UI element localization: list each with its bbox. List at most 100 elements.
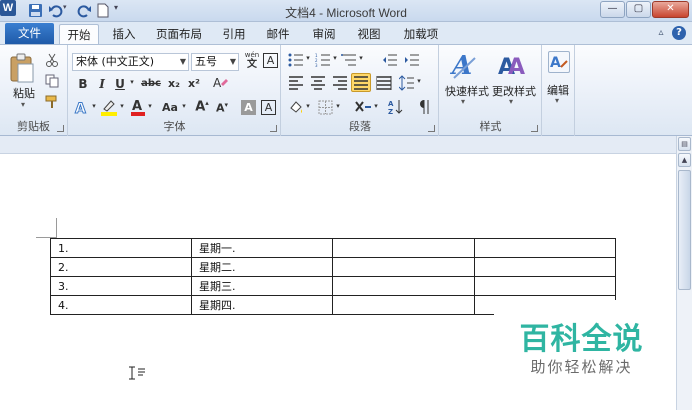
table-cell[interactable]: 星期四. [191,295,333,315]
ribbon-collapse-icon[interactable]: ▵ [654,26,668,40]
tab-file[interactable]: 文件 [5,23,54,44]
italic-button[interactable]: I [95,77,109,91]
quick-styles-label[interactable]: 快速样式 [445,83,489,99]
change-case-dropdown-icon[interactable]: ▾ [180,102,188,110]
svg-text:A: A [132,99,142,114]
table-cell[interactable]: 星期二. [191,257,333,277]
table-cell[interactable]: 星期一. [191,238,333,258]
editing-icon[interactable]: A [548,51,570,73]
table-cell[interactable] [332,276,475,296]
increase-indent-icon[interactable] [404,53,420,67]
scroll-up-icon[interactable]: ▲ [678,153,691,167]
numbering-icon[interactable]: 123 [315,53,331,68]
numbering-dropdown-icon[interactable]: ▾ [331,54,339,62]
tab-home[interactable]: 开始 [59,24,99,44]
underline-dropdown-icon[interactable]: ▾ [128,78,136,86]
clear-formatting-icon[interactable]: A [212,75,228,91]
align-center-icon[interactable] [310,76,326,90]
decrease-indent-icon[interactable] [382,53,398,67]
font-color-icon[interactable]: A [130,98,146,116]
text-effects-icon[interactable]: A [74,100,90,118]
table-cell[interactable] [474,276,616,296]
paragraph-dialog-launcher-icon[interactable] [428,125,435,132]
line-spacing-dropdown-icon[interactable]: ▾ [415,77,423,85]
quick-styles-icon[interactable]: A [449,50,479,81]
borders-icon[interactable] [318,100,333,115]
styles-group: A 快速样式 ▾ AA 更改样式 ▾ 样式 [440,45,542,136]
text-effects-dropdown-icon[interactable]: ▾ [90,102,98,110]
subscript-button[interactable]: x₂ [166,77,182,90]
table-cell[interactable]: 3. [50,276,192,296]
show-hide-marks-icon[interactable] [415,99,431,115]
tab-page-layout[interactable]: 页面布局 [150,24,208,44]
highlight-color-icon[interactable] [100,98,118,116]
shrink-font-button[interactable]: A▾ [214,101,230,115]
format-painter-icon[interactable] [45,95,59,109]
chinese-layout-icon[interactable] [354,99,372,115]
align-right-icon[interactable] [332,76,348,90]
tab-review[interactable]: 审阅 [305,24,343,44]
vertical-scrollbar[interactable]: ▤ ▲ [676,136,692,410]
underline-button[interactable]: U [113,77,127,91]
bold-button[interactable]: B [76,77,90,91]
table-cell[interactable] [474,238,616,258]
table-cell[interactable]: 2. [50,257,192,277]
clipboard-dialog-launcher-icon[interactable] [57,125,64,132]
paste-dropdown-icon[interactable]: ▾ [21,100,25,109]
grow-font-button[interactable]: A▴ [194,99,210,114]
borders-dropdown-icon[interactable]: ▾ [334,102,342,110]
paste-icon[interactable] [8,53,36,85]
align-left-icon[interactable] [288,76,304,90]
font-dialog-launcher-icon[interactable] [270,125,277,132]
quick-styles-dropdown-icon[interactable]: ▾ [461,97,465,106]
change-styles-dropdown-icon[interactable]: ▾ [509,97,513,106]
close-button[interactable]: ✕ [652,1,689,18]
phonetic-guide-icon[interactable]: wén 文 [243,51,261,70]
font-color-dropdown-icon[interactable]: ▾ [146,102,154,110]
change-case-button[interactable]: Aa [160,101,180,114]
character-shading-button[interactable]: A [241,100,256,115]
highlight-dropdown-icon[interactable]: ▾ [118,102,126,110]
table-cell[interactable]: 4. [50,295,192,315]
table-cell[interactable] [474,257,616,277]
help-icon[interactable]: ? [672,26,686,40]
line-spacing-icon[interactable] [398,75,415,91]
shading-icon[interactable] [288,99,304,115]
justify-icon[interactable] [351,73,371,92]
font-name-select[interactable]: 宋体 (中文正文) ▼ [72,53,189,71]
styles-dialog-launcher-icon[interactable] [531,125,538,132]
tab-insert[interactable]: 插入 [105,24,143,44]
sort-icon[interactable]: AZ [388,99,404,116]
bullets-dropdown-icon[interactable]: ▾ [304,54,312,62]
change-styles-icon[interactable]: AA [498,50,528,80]
ruler-toggle-icon[interactable]: ▤ [678,137,691,151]
multilevel-dropdown-icon[interactable]: ▾ [357,54,365,62]
enclose-characters-icon[interactable]: A [263,53,278,68]
distributed-icon[interactable] [375,76,392,90]
tab-view[interactable]: 视图 [350,24,388,44]
paste-button-label[interactable]: 粘贴 [13,85,35,101]
strikethrough-button[interactable]: abc [140,78,162,89]
editing-dropdown-icon[interactable]: ▾ [555,96,559,105]
tab-mailings[interactable]: 邮件 [259,24,297,44]
tab-references[interactable]: 引用 [215,24,253,44]
bullets-icon[interactable] [288,53,304,67]
copy-icon[interactable] [45,74,59,88]
multilevel-list-icon[interactable] [341,53,357,67]
tab-add-ins[interactable]: 加载项 [397,24,445,44]
table-cell[interactable]: 1. [50,238,192,258]
character-border-button[interactable]: A [261,100,276,115]
superscript-button[interactable]: x² [186,77,202,90]
table-cell[interactable]: 星期三. [191,276,333,296]
chinese-layout-dropdown-icon[interactable]: ▾ [372,102,380,110]
table-cell[interactable] [332,257,475,277]
minimize-button[interactable]: — [600,1,625,18]
table-cell[interactable] [332,238,475,258]
table-cell[interactable] [332,295,475,315]
shading-dropdown-icon[interactable]: ▾ [304,102,312,110]
maximize-button[interactable]: ▢ [626,1,651,18]
scroll-thumb[interactable] [678,170,691,290]
cut-icon[interactable] [45,53,59,67]
font-size-select[interactable]: 五号 ▼ [191,53,239,71]
change-styles-label[interactable]: 更改样式 [492,83,536,99]
